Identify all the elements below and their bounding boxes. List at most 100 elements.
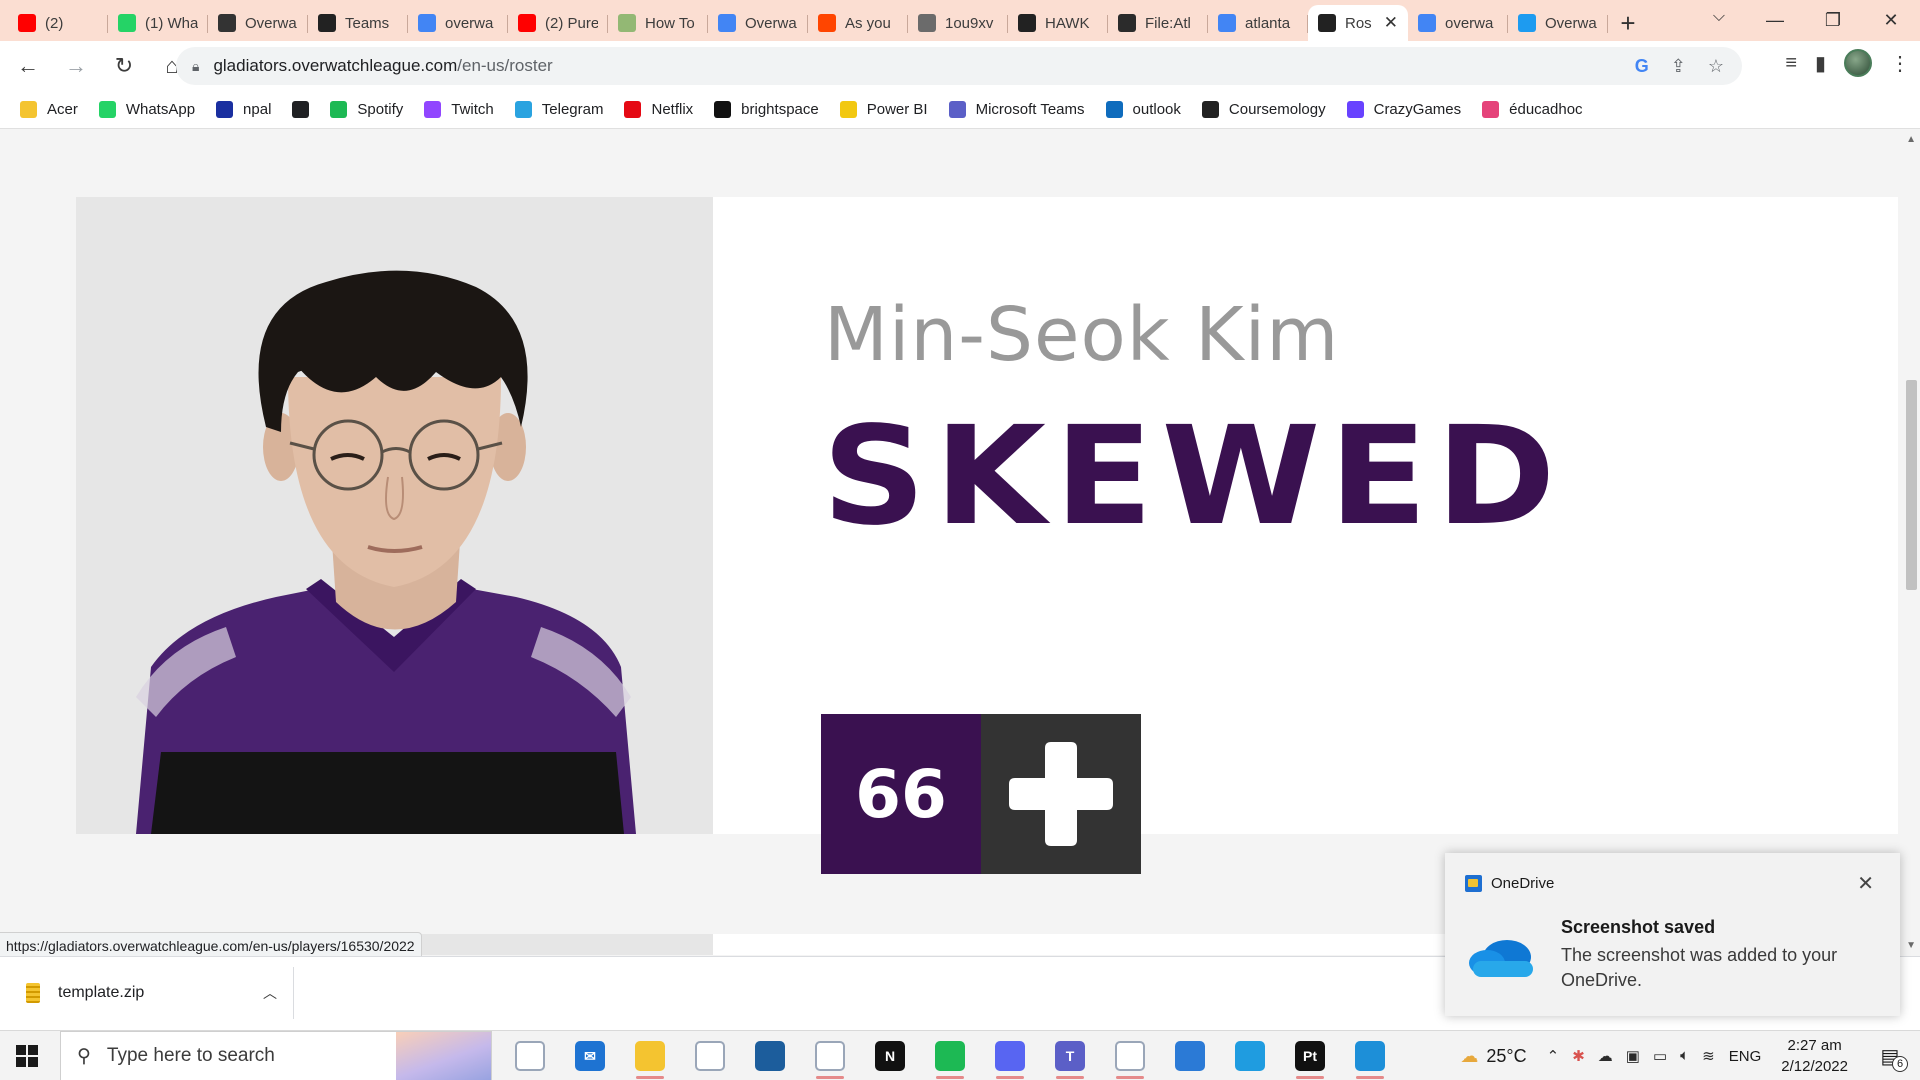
browser-tab[interactable]: 1ou9xv <box>908 5 1008 41</box>
browser-tab[interactable]: overwa <box>408 5 508 41</box>
bookmark-star-icon[interactable]: ☆ <box>1708 56 1724 77</box>
scroll-down-icon[interactable]: ▼ <box>1906 940 1916 951</box>
chevron-up-icon[interactable]: ⌃ <box>1547 1047 1560 1065</box>
bookmark-item[interactable]: WhatsApp <box>98 101 195 118</box>
download-item[interactable]: template.zip ︿ <box>26 967 294 1019</box>
bookmark-item[interactable]: Coursemology <box>1201 101 1326 118</box>
google-lens-icon[interactable]: G <box>1635 56 1649 77</box>
meet-now-icon[interactable]: ▣ <box>1626 1047 1640 1065</box>
taskbar-app[interactable]: N <box>860 1031 920 1080</box>
browser-tab[interactable]: overwa <box>1408 5 1508 41</box>
bookmark-item[interactable]: Telegram <box>514 101 603 118</box>
taskbar-app[interactable] <box>1220 1031 1280 1080</box>
taskbar-app[interactable] <box>1100 1031 1160 1080</box>
browser-tab[interactable]: (2) <box>8 5 108 41</box>
taskbar-search-placeholder: Type here to search <box>106 1045 275 1066</box>
scroll-up-icon[interactable]: ▲ <box>1906 134 1916 145</box>
bookmark-item[interactable]: éducadhoc <box>1482 101 1583 118</box>
bookmark-item[interactable]: Microsoft Teams <box>948 101 1085 118</box>
bookmark-item[interactable]: outlook <box>1105 101 1181 118</box>
bookmark-item[interactable] <box>292 101 310 118</box>
app-tray-icon[interactable]: ✱ <box>1572 1047 1585 1065</box>
taskbar-app[interactable] <box>980 1031 1040 1080</box>
close-icon[interactable]: ✕ <box>1857 871 1874 896</box>
volume-icon[interactable]: 🔈︎ <box>1680 1047 1689 1065</box>
wikihow-icon <box>618 14 636 32</box>
browser-tab[interactable]: As you <box>808 5 908 41</box>
back-icon[interactable]: ← <box>8 46 48 86</box>
browser-tab[interactable]: Overwa <box>208 5 308 41</box>
browser-tab[interactable]: Overwa <box>708 5 808 41</box>
close-tab-icon[interactable]: ✕ <box>1384 13 1398 33</box>
taskbar-app[interactable] <box>1340 1031 1400 1080</box>
address-bar[interactable]: 🔒︎ gladiators.overwatchleague.com/en-us/… <box>176 47 1742 85</box>
menu-icon[interactable]: ⋮ <box>1890 51 1910 76</box>
taskbar-app[interactable] <box>740 1031 800 1080</box>
bookmark-item[interactable]: brightspace <box>714 101 819 118</box>
browser-tab[interactable]: Overwa <box>1508 5 1608 41</box>
scroll-thumb[interactable] <box>1906 380 1917 590</box>
side-panel-icon[interactable]: ▮ <box>1815 51 1826 76</box>
window-controls: — ❐ ✕ <box>1746 0 1920 41</box>
taskbar-search[interactable]: ⚲ Type here to search <box>60 1031 492 1080</box>
bookmark-item[interactable]: Spotify <box>330 101 403 118</box>
battery-icon[interactable]: ▭ <box>1653 1047 1667 1065</box>
tab-search-icon[interactable]: ⌵ <box>1713 8 1725 26</box>
browser-tab[interactable]: How To <box>608 5 708 41</box>
taskbar-app[interactable]: T <box>1040 1031 1100 1080</box>
url-text[interactable]: gladiators.overwatchleague.com/en-us/ros… <box>213 56 1634 76</box>
bookmark-item[interactable]: Twitch <box>424 101 494 118</box>
download-file-name: template.zip <box>58 984 145 1001</box>
share-icon[interactable]: ⇪ <box>1671 56 1686 77</box>
taskbar-app[interactable] <box>500 1031 560 1080</box>
profile-avatar[interactable] <box>1844 49 1872 77</box>
bookmark-item[interactable]: Power BI <box>839 101 928 118</box>
browser-tab[interactable]: Teams <box>308 5 408 41</box>
system-tray: ☁ 25°C ⌃ ✱ ☁ ▣ ▭ 🔈︎ ≋ ENG 2:27 am 2/12/2… <box>1460 1031 1920 1080</box>
taskbar-app[interactable] <box>1160 1031 1220 1080</box>
browser-tab[interactable]: (2) Pure <box>508 5 608 41</box>
taskbar-app[interactable] <box>920 1031 980 1080</box>
onedrive-notification[interactable]: OneDrive ✕ Screenshot saved The screensh… <box>1445 853 1900 1016</box>
tab-label: Overwa <box>745 14 797 32</box>
new-tab-icon[interactable]: + <box>1608 5 1648 41</box>
tab-label: HAWK <box>1045 14 1090 32</box>
weather-widget[interactable]: ☁ 25°C <box>1460 1046 1526 1067</box>
browser-tab[interactable]: (1) Wha <box>108 5 208 41</box>
player-photo <box>76 197 713 834</box>
windows-start-icon[interactable] <box>16 1045 38 1067</box>
jersey-number: 66 <box>821 714 981 874</box>
clock[interactable]: 2:27 am 2/12/2022 <box>1781 1035 1848 1077</box>
wifi-icon[interactable]: ≋ <box>1702 1047 1715 1065</box>
reload-icon[interactable]: ↻ <box>104 46 144 86</box>
chevron-up-icon[interactable]: ︿ <box>263 983 277 1003</box>
browser-tab[interactable]: Ros ✕ <box>1308 5 1408 41</box>
taskbar-app[interactable] <box>800 1031 860 1080</box>
taskbar-app[interactable]: Pt <box>1280 1031 1340 1080</box>
browser-tab[interactable]: atlanta <box>1208 5 1308 41</box>
browser-tab[interactable]: HAWK <box>1008 5 1108 41</box>
google-icon <box>1418 14 1436 32</box>
player-card[interactable]: Min-Seok Kim SKEWED 66 <box>76 197 1898 874</box>
close-window-icon[interactable]: ✕ <box>1862 0 1920 41</box>
bookmark-item[interactable]: Netflix <box>624 101 693 118</box>
notification-center-icon[interactable]: ▤ 6 <box>1872 1038 1908 1074</box>
toast-body: The screenshot was added to your OneDriv… <box>1561 945 1838 990</box>
toast-title: Screenshot saved <box>1561 917 1716 937</box>
bookmark-item[interactable]: npal <box>216 101 271 118</box>
taskbar-app[interactable] <box>680 1031 740 1080</box>
lock-icon[interactable]: 🔒︎ <box>192 58 199 75</box>
browser-tab[interactable]: File:Atl <box>1108 5 1208 41</box>
bookmark-item[interactable]: CrazyGames <box>1346 101 1461 118</box>
restore-icon[interactable]: ❐ <box>1804 0 1862 41</box>
language-indicator[interactable]: ENG <box>1729 1048 1762 1065</box>
bookmark-item[interactable]: Acer <box>20 101 78 118</box>
taskbar-app[interactable] <box>620 1031 680 1080</box>
onedrive-tray-icon[interactable]: ☁ <box>1598 1047 1613 1065</box>
taskbar-app[interactable]: ✉ <box>560 1031 620 1080</box>
bookmark-label: npal <box>243 101 272 118</box>
minimize-icon[interactable]: — <box>1746 0 1804 41</box>
np-icon <box>714 101 732 118</box>
forward-icon[interactable]: → <box>56 46 96 86</box>
media-controls-icon[interactable]: ≡ <box>1785 52 1797 75</box>
